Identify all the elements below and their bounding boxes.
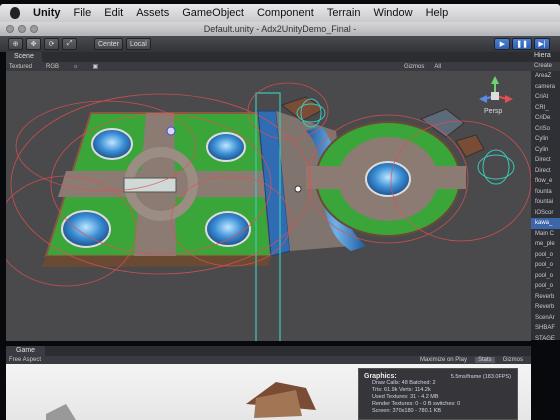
play-button[interactable]: ▶ <box>494 38 511 50</box>
hierarchy-create-button[interactable]: Create <box>531 62 560 71</box>
menu-help[interactable]: Help <box>426 7 449 19</box>
hierarchy-list: AreaZ camera CriAt CRI_ CriDe CriSo Cylin Cylin… <box>531 71 560 340</box>
menu-window[interactable]: Window <box>373 7 412 19</box>
hierarchy-item[interactable]: ScenAr <box>531 313 560 324</box>
apple-icon[interactable] <box>10 7 20 19</box>
fountain-center <box>365 161 411 197</box>
persp-label: Persp <box>484 108 502 115</box>
hierarchy-item[interactable]: Cylin <box>531 145 560 156</box>
window-title-bar: Default.unity - Adx2UnityDemo_Final - <box>0 22 560 36</box>
scene-render: Persp <box>6 76 531 341</box>
stats-row: Screen: 370x180 - 780.1 KB <box>372 408 442 414</box>
close-window-button[interactable] <box>6 25 14 33</box>
hand-tool-button[interactable]: ⊕ <box>8 38 23 50</box>
hierarchy-panel: Create AreaZ camera CriAt CRI_ CriDe CriSo Cyl… <box>531 62 560 340</box>
hierarchy-item[interactable]: founta <box>531 187 560 198</box>
pivot-center-toggle[interactable]: Center <box>94 38 124 50</box>
hierarchy-item[interactable]: fountai <box>531 197 560 208</box>
game-control-bar: Free Aspect Maximize on Play Stats Gizmo… <box>6 356 531 364</box>
hierarchy-item[interactable]: lOScor <box>531 208 560 219</box>
maximize-on-play-toggle[interactable]: Maximize on Play <box>420 357 467 363</box>
hierarchy-item[interactable]: CriSo <box>531 124 560 135</box>
hierarchy-item[interactable]: me_ple <box>531 239 560 250</box>
tab-hierarchy[interactable]: Hiera <box>531 52 560 62</box>
hierarchy-item[interactable]: STAGE_ <box>531 334 560 341</box>
hierarchy-item[interactable]: camera <box>531 82 560 93</box>
menu-component[interactable]: Component <box>257 7 314 19</box>
fountain-top-right <box>206 132 246 162</box>
stats-row: Tris: 61.9k Verts: 114.2k <box>372 387 431 393</box>
game-gizmos-dropdown[interactable]: Gizmos <box>503 357 523 363</box>
zoom-window-button[interactable] <box>30 25 38 33</box>
menu-app-name[interactable]: Unity <box>33 7 61 19</box>
stats-row: Draw Calls: 48 Batched: 2 <box>372 380 436 386</box>
hierarchy-item[interactable]: pool_o <box>531 271 560 282</box>
hierarchy-item[interactable]: pool_o <box>531 281 560 292</box>
stats-row: Render Textures: 0 - 0 B switches: 0 <box>372 401 461 407</box>
fountain-bottom-right <box>205 211 251 247</box>
hierarchy-item[interactable]: CRI_ <box>531 103 560 114</box>
menu-terrain[interactable]: Terrain <box>327 7 361 19</box>
scene-tab-bar: Scene <box>6 52 531 62</box>
hierarchy-item[interactable]: Direct <box>531 166 560 177</box>
minimize-window-button[interactable] <box>18 25 26 33</box>
stats-toggle[interactable]: Stats <box>474 357 495 363</box>
move-tool-button[interactable]: ✥ <box>26 38 41 50</box>
pivot-local-toggle[interactable]: Local <box>126 38 151 50</box>
hierarchy-item[interactable]: kawa_ <box>531 218 560 229</box>
hierarchy-item[interactable]: Cylin <box>531 134 560 145</box>
scene-viewport[interactable]: Persp <box>6 71 531 341</box>
scene-control-bar: Textured RGB ☼ ▣ Gizmos All <box>6 62 531 71</box>
stats-fps: 5.5ms/frame (183.0FPS) <box>450 374 511 380</box>
stats-overlay: Graphics: 5.5ms/frame (183.0FPS) Draw Ca… <box>358 368 518 420</box>
scene-fx-icon[interactable]: ▣ <box>93 63 99 70</box>
stats-row: Used Textures: 31 - 4.2 MB <box>372 394 439 400</box>
menu-gameobject[interactable]: GameObject <box>182 7 244 19</box>
tab-game[interactable]: Game <box>6 346 46 356</box>
aspect-dropdown[interactable]: Free Aspect <box>9 357 41 363</box>
scene-orientation-gizmo <box>479 76 513 103</box>
menu-edit[interactable]: Edit <box>104 7 123 19</box>
hierarchy-item[interactable]: Reverb <box>531 302 560 313</box>
play-controls: ▶ ❚❚ ▶| <box>494 38 550 50</box>
hierarchy-item[interactable]: pool_o <box>531 250 560 261</box>
scene-search-input[interactable]: All <box>434 64 441 70</box>
hierarchy-item[interactable]: SHBAF <box>531 323 560 334</box>
hierarchy-item[interactable]: CriAt <box>531 92 560 103</box>
scene-lighting-icon[interactable]: ☼ <box>73 64 79 70</box>
fountain-top-left <box>91 128 133 160</box>
game-tab-bar: Game <box>6 346 531 356</box>
pause-button[interactable]: ❚❚ <box>512 38 532 50</box>
window-controls <box>6 25 38 33</box>
menu-file[interactable]: File <box>74 7 92 19</box>
hierarchy-item[interactable]: CriDe <box>531 113 560 124</box>
step-button[interactable]: ▶| <box>534 38 550 50</box>
hierarchy-item[interactable]: Main C <box>531 229 560 240</box>
hierarchy-item[interactable]: Reverb <box>531 292 560 303</box>
scene-gizmos-dropdown[interactable]: Gizmos <box>404 64 424 70</box>
window-title: Default.unity - Adx2UnityDemo_Final - <box>203 24 357 34</box>
hierarchy-item[interactable]: Direct <box>531 155 560 166</box>
scale-tool-button[interactable]: ⤢ <box>62 38 77 50</box>
render-mode-dropdown[interactable]: Textured <box>9 64 32 70</box>
rotate-tool-button[interactable]: ⟳ <box>44 38 59 50</box>
menu-assets[interactable]: Assets <box>136 7 169 19</box>
tab-scene[interactable]: Scene <box>6 52 42 62</box>
hierarchy-item[interactable]: pool_o <box>531 260 560 271</box>
menu-bar: Unity File Edit Assets GameObject Compon… <box>0 4 560 22</box>
hierarchy-item[interactable]: flow_e <box>531 176 560 187</box>
hierarchy-item[interactable]: AreaZ <box>531 71 560 82</box>
fountain-bottom-left <box>61 210 111 248</box>
color-mode-dropdown[interactable]: RGB <box>46 64 59 70</box>
toolbar: ⊕ ✥ ⟳ ⤢ Center Local ▶ ❚❚ ▶| <box>0 36 560 52</box>
